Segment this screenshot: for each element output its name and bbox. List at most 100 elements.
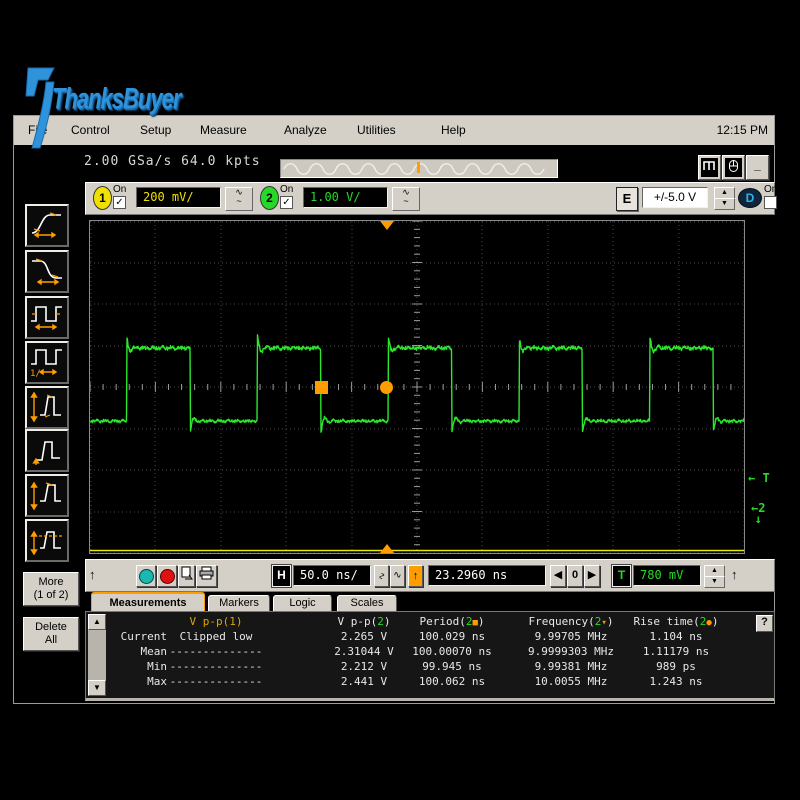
print-icon: [199, 566, 214, 580]
external-range-spinner: ▲ ▼: [714, 187, 735, 209]
channel1-scale-display[interactable]: 200 mV/: [136, 187, 221, 208]
sidebar-button-period[interactable]: [25, 296, 69, 339]
channel1-on-checkbox[interactable]: ✓: [113, 196, 126, 209]
run-button[interactable]: [136, 565, 156, 587]
sidebar-button-fall-time[interactable]: [25, 250, 69, 293]
meas-cell: --------------: [150, 675, 282, 688]
meas-header-v-p-p: V p-p(1): [150, 615, 282, 628]
waveform-display: ← T ←2 ↓ ↓1: [85, 215, 775, 559]
copy-screen-button[interactable]: [178, 565, 195, 587]
trigger-level-marker[interactable]: ← T: [748, 473, 770, 484]
copy-icon: [181, 566, 193, 580]
channel2-coupling-button[interactable]: ∿ ~: [392, 187, 420, 211]
menu-file[interactable]: File: [28, 123, 47, 137]
meas-cell: Clipped low: [150, 630, 282, 643]
external-trigger-range-display[interactable]: +/-5.0 V: [642, 187, 708, 208]
mouse-button[interactable]: [722, 155, 745, 180]
trigger-position-button[interactable]: ↑: [408, 565, 423, 587]
meas-cell: 1.11179 ns: [614, 645, 738, 658]
more-page-label: (1 of 2): [24, 589, 78, 602]
trigger-key[interactable]: T: [612, 565, 631, 587]
status-strip: 2.00 GSa/s 64.0 kpts _: [14, 145, 774, 182]
v-average-icon: [28, 522, 66, 559]
digital-on-checkbox[interactable]: [764, 196, 777, 209]
spin-down-button[interactable]: ▼: [714, 198, 735, 210]
undo-arrow-icon[interactable]: ↑: [89, 567, 96, 582]
delay-zero-button[interactable]: 0: [567, 565, 583, 587]
oscilloscope-screen: File Control Setup Measure Analyze Utili…: [13, 115, 775, 704]
sidebar-button-rise-time[interactable]: [25, 204, 69, 247]
horizontal-trigger-toolbar: ↑ H 50.0 ns/ ∿ ∿ ↑ 23.2960 ns ◀ 0 ▶ T 78…: [85, 559, 775, 592]
horizontal-key[interactable]: H: [272, 565, 291, 587]
channel2-scale-display[interactable]: 1.00 V/: [303, 187, 388, 208]
channel1-on-label: On: [113, 184, 126, 195]
trigger-level-display[interactable]: 780 mV: [633, 565, 701, 586]
external-trigger-button[interactable]: E: [616, 187, 638, 211]
delay-display[interactable]: 23.2960 ns: [428, 565, 546, 586]
product-image-canvas: File Control Setup Measure Analyze Utili…: [0, 0, 800, 800]
clock: 12:15 PM: [717, 123, 768, 137]
delay-left-button[interactable]: ◀: [550, 565, 566, 587]
delete-label: Delete: [24, 621, 78, 634]
sidebar-button-v-average[interactable]: [25, 519, 69, 562]
digital-channels-button[interactable]: D: [738, 188, 762, 208]
meas-cell: 100.062 ns: [392, 675, 512, 688]
menu-control[interactable]: Control: [71, 123, 110, 137]
menu-bar: File Control Setup Measure Analyze Utili…: [14, 116, 774, 146]
more-button[interactable]: More (1 of 2): [23, 572, 79, 606]
delete-all-button[interactable]: Delete All: [23, 617, 79, 651]
touch-arrow-icon[interactable]: ↑: [731, 567, 738, 582]
timebase-display[interactable]: 50.0 ns/: [293, 565, 371, 586]
channel2-on-checkbox[interactable]: ✓: [280, 196, 293, 209]
channel1-coupling-button[interactable]: ∿ ~: [225, 187, 253, 211]
pulse-icon-button[interactable]: [698, 155, 721, 180]
menu-measure[interactable]: Measure: [200, 123, 247, 137]
zoom-wave-icon: ∿: [371, 572, 391, 580]
delete-all-label: All: [24, 634, 78, 647]
channel2-ground-marker[interactable]: ←2 ↓: [751, 503, 765, 525]
rise-time-icon: [28, 207, 66, 244]
meas-row-current: CurrentClipped low2.265 V100.029 ns9.997…: [86, 630, 774, 645]
waveform-position-slider[interactable]: [280, 159, 558, 178]
trigger-time-marker-bottom[interactable]: [380, 544, 394, 553]
menu-analyze[interactable]: Analyze: [284, 123, 327, 137]
trigger-time-marker-top[interactable]: [380, 221, 394, 230]
menu-setup[interactable]: Setup: [140, 123, 171, 137]
meas-cell: 989 ps: [614, 660, 738, 673]
slider-center-tick: [417, 162, 420, 173]
sidebar-button-v-max[interactable]: [25, 474, 69, 517]
zoom-wave-button[interactable]: ∿: [374, 565, 389, 587]
search-wave-button[interactable]: ∿: [390, 565, 405, 587]
print-button[interactable]: [196, 565, 217, 587]
sidebar-button-frequency[interactable]: 1/: [25, 341, 69, 384]
help-button[interactable]: ?: [756, 615, 773, 632]
sidebar-button-v-min[interactable]: [25, 429, 69, 472]
menu-help[interactable]: Help: [441, 123, 466, 137]
dc-coupling-icon: ~: [226, 197, 252, 206]
meas-header-period: Period(2■): [392, 615, 512, 628]
minimize-icon: _: [754, 158, 761, 172]
channel1-button[interactable]: 1: [93, 186, 112, 210]
measurement-table: ▲ ▼ V p-p(1)V p-p(2)Period(2■)Frequency(…: [85, 611, 775, 701]
meas-row-min: Min--------------2.212 V99.945 ns9.99381…: [86, 660, 774, 675]
meas-cell: 100.029 ns: [392, 630, 512, 643]
delay-right-button[interactable]: ▶: [584, 565, 600, 587]
risetime-marker-circle[interactable]: [380, 381, 393, 394]
meas-row-max: Max--------------2.441 V100.062 ns10.005…: [86, 675, 774, 690]
spin-down-button[interactable]: ▼: [704, 576, 725, 588]
mouse-icon: [725, 158, 742, 177]
menu-utilities[interactable]: Utilities: [357, 123, 396, 137]
acquisition-status: 2.00 GSa/s 64.0 kpts: [84, 154, 261, 169]
measurement-panel: Measurements Markers Logic Scales ▲ ▼ V …: [85, 592, 775, 705]
watermark-brand: ThanksBuyer: [52, 81, 180, 116]
stop-button[interactable]: [157, 565, 177, 587]
channel2-button[interactable]: 2: [260, 186, 279, 210]
sidebar-button-v-peak-peak[interactable]: [25, 386, 69, 429]
v-max-icon: [28, 477, 66, 514]
period-marker-square[interactable]: [315, 381, 328, 394]
down-arrow-icon: ↓: [751, 514, 765, 525]
digital-on-label: On: [764, 184, 777, 195]
meas-header-row: V p-p(1)V p-p(2)Period(2■)Frequency(2▾)R…: [86, 615, 774, 630]
channel2-on-label: On: [280, 184, 293, 195]
minimize-button[interactable]: _: [746, 155, 769, 180]
